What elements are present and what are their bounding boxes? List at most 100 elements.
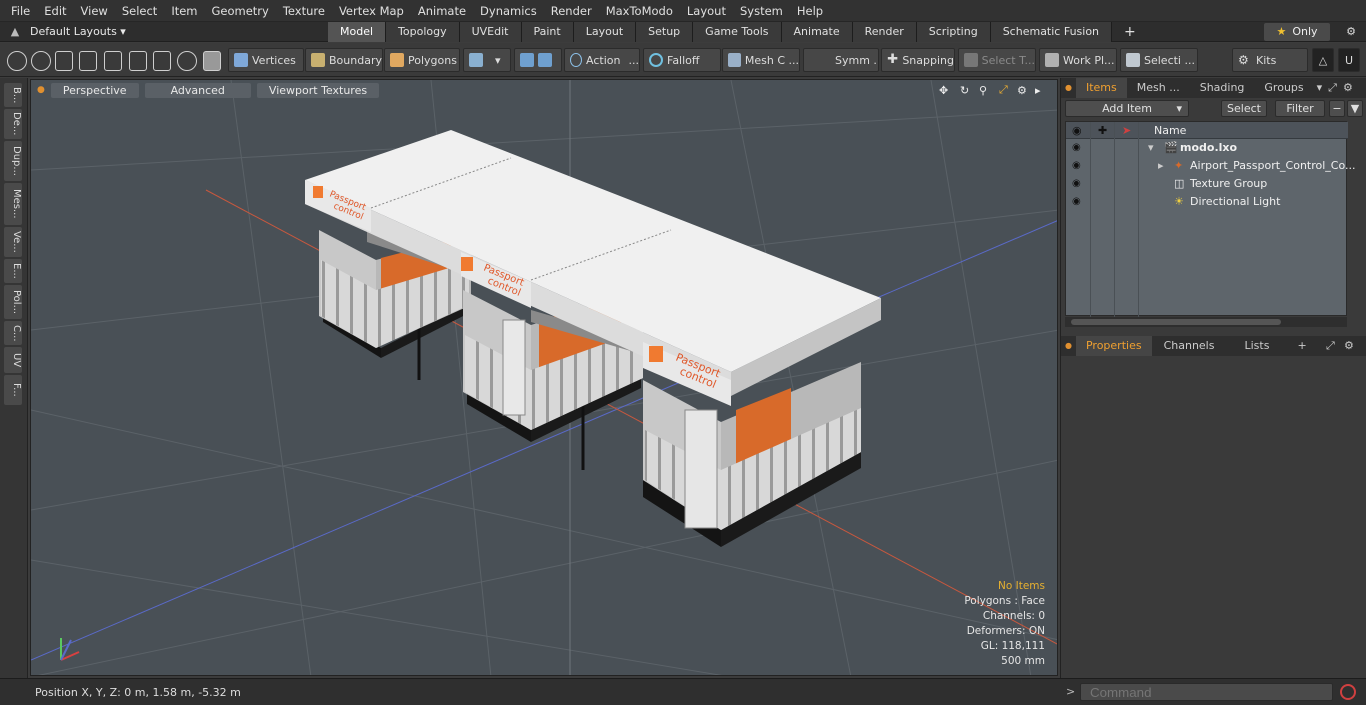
vertices-button[interactable]: Vertices [228, 48, 304, 72]
zoom-icon[interactable]: ⚲ [979, 84, 987, 97]
left-tab-uv[interactable]: UV [4, 347, 22, 373]
panel-expand-icon[interactable]: ⤢ [1325, 78, 1340, 98]
left-tab-vertex[interactable]: Ve... [4, 227, 22, 257]
rotate-icon[interactable]: ↻ [960, 84, 969, 97]
menu-item[interactable]: Item [164, 0, 204, 22]
panel-dot-icon[interactable]: ● [1061, 78, 1076, 98]
scrollbar-thumb[interactable] [1071, 319, 1281, 325]
select-tool-button[interactable]: Select T... [958, 48, 1036, 72]
tab-scripting[interactable]: Scripting [916, 22, 991, 42]
tab-game-tools[interactable]: Game Tools [693, 22, 782, 42]
material-mode-button[interactable]: ▾ [463, 48, 511, 72]
snapping-button[interactable]: ✚ Snapping [881, 48, 955, 72]
tab-schematic-fusion[interactable]: Schematic Fusion [990, 22, 1113, 42]
list-item-directional-light[interactable]: ◉ ☀ Directional Light [1066, 193, 1348, 211]
tab-lists[interactable]: Lists [1226, 336, 1287, 356]
tab-model[interactable]: Model [328, 22, 387, 42]
filter-button[interactable]: Filter [1275, 100, 1325, 117]
panel-gear-icon[interactable]: ⚙ [1340, 78, 1356, 98]
list-item-modo-lxo[interactable]: ◉ ▾ 🎬 modo.lxo [1066, 139, 1348, 157]
menu-layout[interactable]: Layout [680, 0, 733, 22]
menu-render[interactable]: Render [544, 0, 599, 22]
pan-icon[interactable]: ✥ [939, 84, 948, 97]
left-tab-deform[interactable]: De... [4, 109, 22, 139]
tab-setup[interactable]: Setup [636, 22, 694, 42]
falloff-button[interactable]: Falloff [643, 48, 721, 72]
menu-select[interactable]: Select [115, 0, 164, 22]
viewport-gear-icon[interactable]: ⚙ [1017, 84, 1027, 97]
tab-paint[interactable]: Paint [521, 22, 574, 42]
menu-maxtomodo[interactable]: MaxToModo [599, 0, 680, 22]
menu-dynamics[interactable]: Dynamics [473, 0, 544, 22]
tab-render[interactable]: Render [852, 22, 917, 42]
viewport-menu-arrow-icon[interactable]: ▸ [1035, 84, 1041, 97]
props-dot-icon[interactable]: ● [1061, 336, 1076, 356]
props-gear-icon[interactable]: ⚙ [1341, 336, 1357, 356]
menu-texture[interactable]: Texture [276, 0, 332, 22]
unreal-icon[interactable]: U [1338, 48, 1360, 72]
props-expand-icon[interactable]: ⤢ [1323, 336, 1338, 356]
only-button[interactable]: ★ Only [1264, 23, 1330, 41]
collapse-icon[interactable]: − [1329, 100, 1345, 117]
tab-channels[interactable]: Channels [1152, 336, 1227, 356]
list-item-texture-group[interactable]: ◉ ◫ Texture Group [1066, 175, 1348, 193]
tab-mesh[interactable]: Mesh ... [1127, 78, 1190, 98]
kits-button[interactable]: ⚙ Kits [1232, 48, 1308, 72]
tab-uvedit[interactable]: UVEdit [459, 22, 522, 42]
add-tab-plus-icon[interactable]: + [1112, 22, 1148, 42]
list-item-airport-model[interactable]: ◉ ▸ ✦ Airport_Passport_Control_Co... [1066, 157, 1356, 175]
tab-groups[interactable]: Groups [1254, 78, 1313, 98]
record-macro-icon[interactable] [1340, 684, 1356, 700]
command-input[interactable] [1080, 683, 1333, 701]
left-tab-edge[interactable]: E... [4, 259, 22, 283]
workplane-button[interactable]: Work Pl... [1039, 48, 1117, 72]
left-tab-polygon[interactable]: Pol... [4, 285, 22, 319]
align-icon[interactable] [104, 51, 122, 71]
element-icon[interactable] [177, 51, 197, 71]
header-axis-icon[interactable]: ➤ [1122, 124, 1131, 137]
collapse-arrow-icon[interactable]: ▸ [1158, 157, 1164, 175]
brush-icon[interactable] [79, 51, 97, 71]
action-center-button[interactable]: Action... [564, 48, 640, 72]
name-column-header[interactable]: Name [1154, 124, 1186, 137]
boundary-button[interactable]: Boundary [305, 48, 383, 72]
tab-items[interactable]: Items [1075, 78, 1127, 98]
menu-help[interactable]: Help [790, 0, 830, 22]
mesh-constraints-button[interactable]: Mesh C ... [722, 48, 800, 72]
left-tab-basic[interactable]: B... [4, 83, 22, 107]
add-item-button[interactable]: Add Item ▾ [1065, 100, 1189, 117]
menu-view[interactable]: View [74, 0, 115, 22]
frame-icon[interactable] [153, 51, 171, 71]
tab-animate[interactable]: Animate [781, 22, 853, 42]
menu-system[interactable]: System [733, 0, 790, 22]
selection-sets-button[interactable]: Selecti ... [1120, 48, 1198, 72]
tab-shading[interactable]: Shading [1190, 78, 1255, 98]
3d-viewport[interactable]: Passport control Passport control Passpo… [30, 79, 1058, 676]
tab-properties[interactable]: Properties [1075, 336, 1152, 356]
viewport-dot-icon[interactable]: ● [37, 85, 45, 95]
expand-arrow-icon[interactable]: ▾ [1148, 139, 1154, 157]
add-props-tab-icon[interactable]: + [1287, 336, 1316, 356]
perspective-dropdown[interactable]: Perspective [50, 82, 139, 98]
visibility-eye-icon[interactable]: ◉ [1072, 196, 1086, 207]
unity-icon[interactable]: △ [1312, 48, 1334, 72]
pen-icon[interactable] [55, 51, 73, 71]
funnel-filter-icon[interactable]: ▼ [1347, 100, 1363, 117]
header-eye-icon[interactable]: ◉ [1072, 124, 1082, 137]
items-horizontal-scrollbar[interactable] [1065, 317, 1347, 327]
visibility-eye-icon[interactable]: ◉ [1072, 178, 1086, 189]
menu-geometry[interactable]: Geometry [205, 0, 276, 22]
layout-selector[interactable]: Default Layouts ▾ [30, 25, 140, 38]
circle-select-icon[interactable] [7, 51, 27, 71]
visibility-eye-icon[interactable]: ◉ [1072, 160, 1086, 171]
select-button[interactable]: Select [1221, 100, 1267, 117]
item-mode-icon[interactable] [203, 51, 221, 71]
tabs-dropdown-icon[interactable]: ▾ [1314, 78, 1326, 98]
globe-icon[interactable] [31, 51, 51, 71]
header-lock-icon[interactable]: ✚ [1098, 124, 1107, 137]
menu-edit[interactable]: Edit [37, 0, 73, 22]
center-icon[interactable] [129, 51, 147, 71]
tab-layout[interactable]: Layout [573, 22, 637, 42]
maximize-icon[interactable]: ⤢ [999, 83, 1008, 97]
advanced-dropdown[interactable]: Advanced [144, 82, 251, 98]
